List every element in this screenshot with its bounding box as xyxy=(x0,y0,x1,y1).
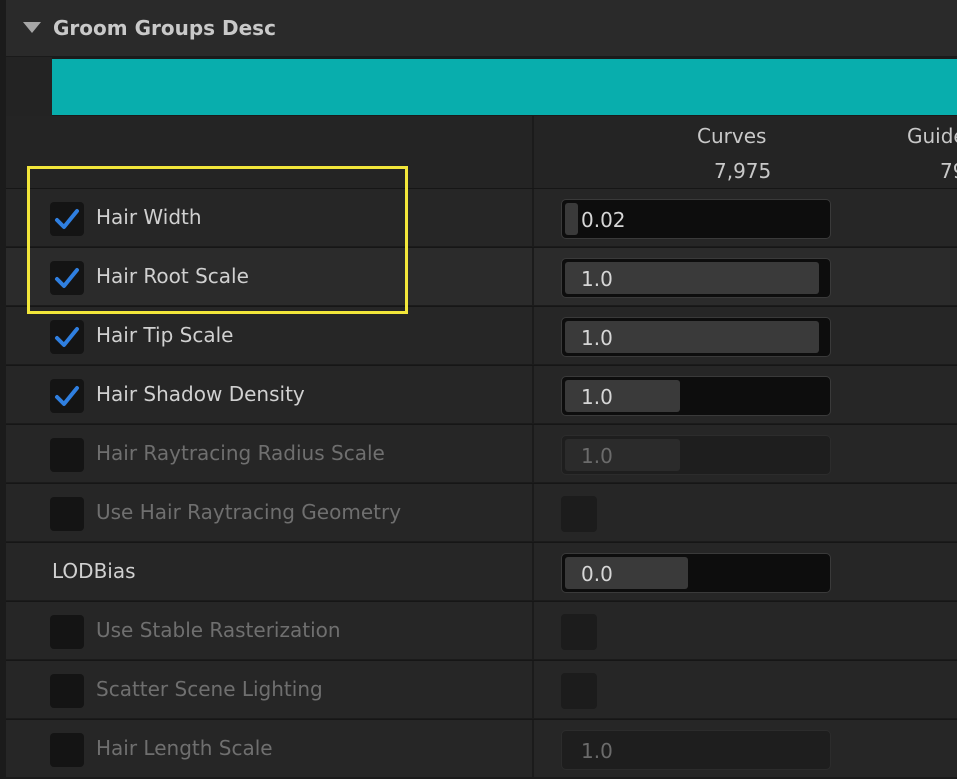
checkmark-icon xyxy=(55,386,79,406)
details-panel: Groom Groups Desc Curves 7,975 Guide 79 … xyxy=(0,0,957,779)
hair-tip-scale-input[interactable]: 1.0 xyxy=(561,317,831,357)
property-row-lodbias: LODBias 0.0 xyxy=(6,542,957,600)
hair-width-input[interactable]: 0.02 xyxy=(561,199,831,239)
column-header-spacer xyxy=(6,116,532,188)
property-label: Hair Tip Scale xyxy=(96,323,234,347)
column-count-guides: 79 xyxy=(940,159,957,183)
property-row-hair-length-scale: Hair Length Scale 1.0 xyxy=(6,719,957,777)
property-label: LODBias xyxy=(52,559,136,583)
section-title: Groom Groups Desc xyxy=(53,16,276,40)
override-checkbox[interactable] xyxy=(50,497,84,531)
checkmark-icon xyxy=(55,327,79,347)
property-row-use-stable-rasterization: Use Stable Rasterization xyxy=(6,601,957,659)
hair-shadow-density-input[interactable]: 1.0 xyxy=(561,376,831,416)
column-count-curves: 7,975 xyxy=(714,159,772,183)
property-row-scatter-scene-lighting: Scatter Scene Lighting xyxy=(6,660,957,718)
property-label: Hair Width xyxy=(96,205,202,229)
property-label: Use Hair Raytracing Geometry xyxy=(96,500,402,524)
hair-length-scale-input: 1.0 xyxy=(561,730,831,770)
property-label: Scatter Scene Lighting xyxy=(96,677,323,701)
value-text: 0.0 xyxy=(581,562,613,586)
value-text: 1.0 xyxy=(581,326,613,350)
value-text: 1.0 xyxy=(581,385,613,409)
column-header: Curves 7,975 Guide 79 xyxy=(534,116,957,188)
use-hair-raytracing-geometry-checkbox xyxy=(561,496,597,532)
group-color-bar xyxy=(52,59,957,115)
property-label: Use Stable Rasterization xyxy=(96,618,341,642)
override-checkbox[interactable] xyxy=(50,379,84,413)
override-checkbox[interactable] xyxy=(50,202,84,236)
value-text: 1.0 xyxy=(581,739,613,763)
override-checkbox[interactable] xyxy=(50,733,84,767)
override-checkbox[interactable] xyxy=(50,320,84,354)
hair-root-scale-input[interactable]: 1.0 xyxy=(561,258,831,298)
property-label: Hair Raytracing Radius Scale xyxy=(96,441,385,465)
property-row-hair-width: Hair Width 0.02 xyxy=(6,188,957,246)
property-row-use-hair-raytracing-geometry: Use Hair Raytracing Geometry xyxy=(6,483,957,541)
scatter-scene-lighting-checkbox xyxy=(561,673,597,709)
property-label: Hair Length Scale xyxy=(96,736,273,760)
value-text: 1.0 xyxy=(581,444,613,468)
property-row-hair-root-scale: Hair Root Scale 1.0 xyxy=(6,247,957,305)
property-label: Hair Shadow Density xyxy=(96,382,305,406)
column-label-curves: Curves xyxy=(697,124,767,148)
use-stable-rasterization-checkbox xyxy=(561,614,597,650)
collapse-arrow-icon[interactable] xyxy=(23,22,41,33)
column-label-guides: Guide xyxy=(907,124,957,148)
property-row-hair-raytracing-radius-scale: Hair Raytracing Radius Scale 1.0 xyxy=(6,424,957,482)
property-label: Hair Root Scale xyxy=(96,264,249,288)
hair-raytracing-radius-scale-input: 1.0 xyxy=(561,435,831,475)
override-checkbox[interactable] xyxy=(50,261,84,295)
group-color-gutter xyxy=(6,57,52,116)
override-checkbox[interactable] xyxy=(50,615,84,649)
override-checkbox[interactable] xyxy=(50,438,84,472)
checkmark-icon xyxy=(55,268,79,288)
checkmark-icon xyxy=(55,209,79,229)
lodbias-input[interactable]: 0.0 xyxy=(561,553,831,593)
value-text: 0.02 xyxy=(581,208,626,232)
override-checkbox[interactable] xyxy=(50,674,84,708)
value-text: 1.0 xyxy=(581,267,613,291)
property-row-hair-tip-scale: Hair Tip Scale 1.0 xyxy=(6,306,957,364)
groom-groups-desc-header[interactable]: Groom Groups Desc xyxy=(6,0,957,57)
property-row-hair-shadow-density: Hair Shadow Density 1.0 xyxy=(6,365,957,423)
